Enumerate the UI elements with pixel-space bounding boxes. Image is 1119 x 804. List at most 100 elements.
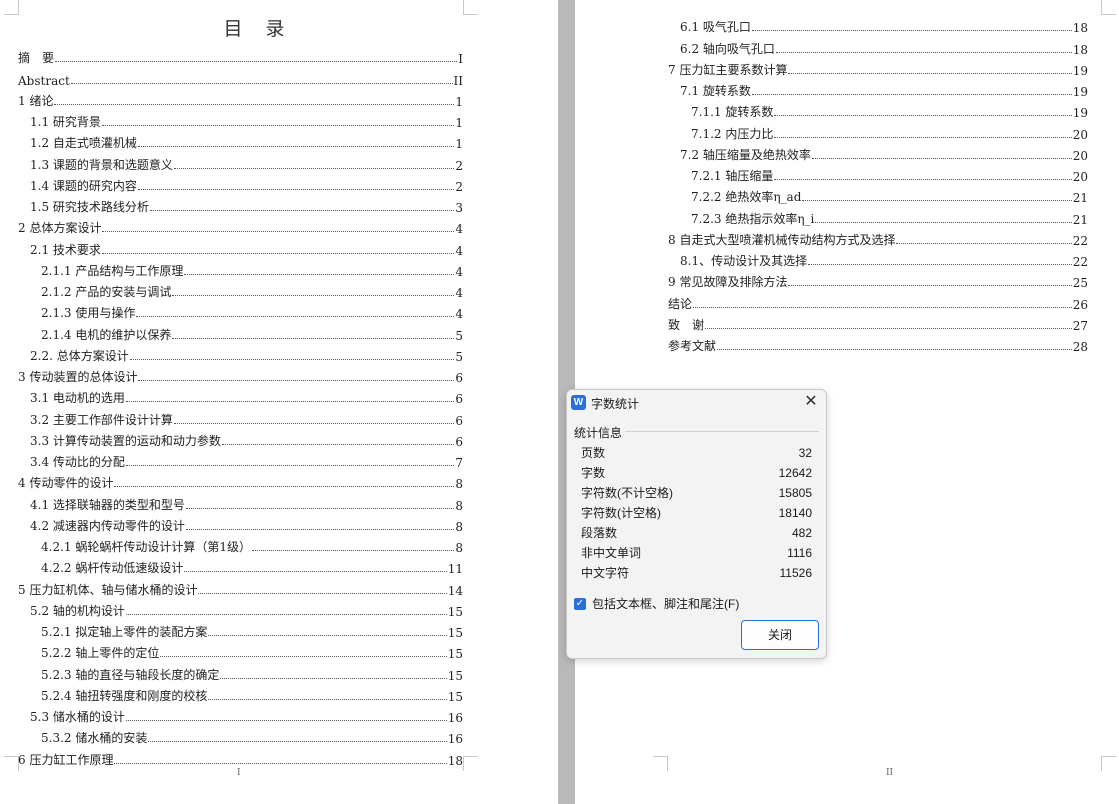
toc-entry[interactable]: 7.1 旋转系数 19: [668, 78, 1088, 99]
close-icon[interactable]: ✕: [802, 393, 820, 411]
toc-entry-text: 7.2 轴压缩量及绝热效率: [680, 147, 811, 162]
toc-entry[interactable]: 4.2.2 蜗杆传动低速级设计 11: [18, 555, 463, 576]
toc-entry-page: 19: [1072, 106, 1088, 121]
toc-entry[interactable]: 3.2 主要工作部件设计计算 6: [18, 406, 463, 428]
toc-entry[interactable]: 2.1.3 使用与操作 4: [18, 300, 463, 321]
include-textbox-checkbox-row[interactable]: ✓ 包括文本框、脚注和尾注(F): [574, 595, 739, 612]
toc-leader-dots: [220, 677, 447, 679]
toc-entry-page: 4: [455, 264, 463, 279]
toc-entry[interactable]: 1.3 课题的背景和选题意义 2: [18, 151, 463, 173]
toc-entry[interactable]: 2.1.1 产品结构与工作原理 4: [18, 258, 463, 279]
toc-entry-page: 8: [455, 541, 463, 555]
toc-entry[interactable]: 6 压力缸工作原理 18: [18, 746, 463, 768]
toc-entry[interactable]: Abstract II: [18, 66, 463, 88]
toc-entry-text: 2.1.2 产品的安装与调试: [41, 285, 172, 299]
toc-entry[interactable]: 8 自走式大型喷灌机械传动结构方式及选择 22: [668, 227, 1088, 248]
toc-entry[interactable]: 1 绪论 1: [18, 88, 463, 109]
toc-entry[interactable]: 2 总体方案设计 4: [18, 215, 463, 236]
toc-entry[interactable]: 1.4 课题的研究内容 2: [18, 173, 463, 194]
crop-mark: [1101, 0, 1116, 15]
toc-entry[interactable]: 5.2.4 轴扭转强度和刚度的校核 15: [18, 683, 463, 704]
toc-leader-dots: [811, 157, 1072, 159]
stat-value: 32: [798, 446, 812, 460]
toc-leader-dots: [251, 550, 455, 551]
toc-entry-text: 7.1.2 内压力比: [691, 126, 774, 141]
toc-leader-dots: [751, 94, 1072, 95]
toc-entry-text: 5.3 储水桶的设计: [30, 710, 125, 724]
toc-entry-page: 22: [1072, 255, 1088, 269]
toc-entry[interactable]: 9 常见故障及排除方法 25: [668, 269, 1088, 290]
toc-entry[interactable]: 8.1、传动设计及其选择 22: [668, 248, 1088, 269]
toc-entry[interactable]: 6.2 轴向吸气孔口 18: [668, 35, 1088, 57]
toc-entry-page: 5: [455, 349, 463, 364]
toc-entry[interactable]: 3.3 计算传动装置的运动和动力参数 6: [18, 428, 463, 449]
toc-entry-text: 1.1 研究背景: [30, 115, 101, 129]
toc-entry[interactable]: 5 压力缸机体、轴与储水桶的设计 14: [18, 576, 463, 598]
toc-leader-dots: [717, 349, 1072, 350]
toc-entry[interactable]: 7 压力缸主要系数计算 19: [668, 57, 1088, 78]
toc-entry-text: 摘 要: [18, 51, 55, 66]
toc-entry-text: Abstract: [18, 73, 70, 88]
toc-entry[interactable]: 7.1.1 旋转系数 19: [668, 99, 1088, 120]
toc-entry[interactable]: 7.1.2 内压力比 20: [668, 120, 1088, 142]
toc-entry[interactable]: 5.2.2 轴上零件的定位 15: [18, 640, 463, 661]
toc-entry[interactable]: 参考文献 28: [668, 333, 1088, 354]
toc-entry-text: 7 压力缸主要系数计算: [668, 62, 788, 77]
stat-row: 字符数(计空格) 18140: [581, 503, 812, 523]
toc-entry[interactable]: 7.2 轴压缩量及绝热效率 20: [668, 142, 1088, 163]
close-button[interactable]: 关闭: [741, 620, 819, 650]
toc-entry[interactable]: 2.1.2 产品的安装与调试 4: [18, 279, 463, 300]
toc-entry[interactable]: 3.1 电动机的选用 6: [18, 385, 463, 406]
toc-entry[interactable]: 4 传动零件的设计 8: [18, 470, 463, 491]
toc-leader-dots: [774, 115, 1072, 117]
toc-entry[interactable]: 5.2 轴的机构设计 15: [18, 598, 463, 619]
toc-entry[interactable]: 7.2.3 绝热指示效率η_i 21: [668, 205, 1088, 227]
include-textbox-checkbox[interactable]: ✓: [574, 597, 586, 610]
toc-entry[interactable]: 4.2 减速器内传动零件的设计 8: [18, 513, 463, 534]
toc-entry[interactable]: 2.1.4 电机的维护以保养 5: [18, 321, 463, 343]
toc-entry-page: 19: [1072, 85, 1088, 99]
toc-entry[interactable]: 1.5 研究技术路线分析 3: [18, 194, 463, 215]
stats-group-label: 统计信息: [574, 426, 623, 440]
toc-entry[interactable]: 4.1 选择联轴器的类型和型号 8: [18, 491, 463, 513]
toc-entry[interactable]: 1.1 研究背景 1: [18, 109, 463, 130]
toc-entry[interactable]: 5.3 储水桶的设计 16: [18, 704, 463, 725]
toc-entry-page: 22: [1072, 233, 1088, 248]
toc-entry-text: 7.2.3 绝热指示效率η_i: [691, 211, 815, 226]
toc-entry-page: 2: [455, 179, 463, 194]
stat-value: 1116: [787, 546, 812, 560]
toc-entry-page: 1: [455, 116, 463, 130]
toc-entry[interactable]: 7.2.1 轴压缩量 20: [668, 163, 1088, 184]
toc-entry[interactable]: 1.2 自走式喷灌机械 1: [18, 130, 463, 151]
toc-leader-dots: [54, 103, 455, 105]
toc-entry[interactable]: 7.2.2 绝热效率η_ad 21: [668, 184, 1088, 205]
toc-entry[interactable]: 2.2. 总体方案设计 5: [18, 343, 463, 364]
toc-entry[interactable]: 致 谢 27: [668, 312, 1088, 333]
toc-entry[interactable]: 5.2.3 轴的直径与轴段长度的确定 15: [18, 661, 463, 683]
toc-entry-page: 15: [447, 604, 463, 619]
toc-leader-dots: [101, 125, 455, 126]
toc-entry[interactable]: 5.3.2 储水桶的安装 16: [18, 725, 463, 746]
toc-entry[interactable]: 4.2.1 蜗轮蜗杆传动设计计算（第1级） 8: [18, 534, 463, 555]
toc-entry-page: 26: [1072, 297, 1088, 312]
toc-entry-text: 4.2.1 蜗轮蜗杆传动设计计算（第1级）: [41, 540, 251, 554]
toc-leader-dots: [129, 358, 455, 360]
crop-mark: [4, 0, 19, 15]
toc-entry[interactable]: 3.4 传动比的分配 7: [18, 449, 463, 470]
toc-leader-dots: [788, 285, 1072, 287]
toc-list-right: 6.1 吸气孔口 18 6.2 轴向吸气孔口 18 7 压力缸主要系数计算 19 7.1 旋…: [668, 14, 1088, 354]
dialog-titlebar[interactable]: W 字数统计 ✕: [567, 390, 826, 416]
toc-entry-page: I: [458, 52, 463, 67]
toc-entry[interactable]: 6.1 吸气孔口 18: [668, 14, 1088, 35]
toc-leader-dots: [137, 146, 455, 148]
stat-row: 字数 12642: [581, 463, 812, 483]
toc-entry-text: 1.2 自走式喷灌机械: [30, 136, 137, 151]
toc-leader-dots: [185, 528, 455, 530]
toc-entry[interactable]: 摘 要I: [18, 45, 463, 66]
toc-entry[interactable]: 3 传动装置的总体设计 6: [18, 364, 463, 385]
stat-label: 段落数: [581, 526, 618, 540]
toc-entry[interactable]: 5.2.1 拟定轴上零件的装配方案 15: [18, 619, 463, 640]
toc-entry[interactable]: 2.1 技术要求 4: [18, 236, 463, 258]
toc-entry[interactable]: 结论 26: [668, 290, 1088, 312]
crop-mark: [463, 756, 478, 771]
